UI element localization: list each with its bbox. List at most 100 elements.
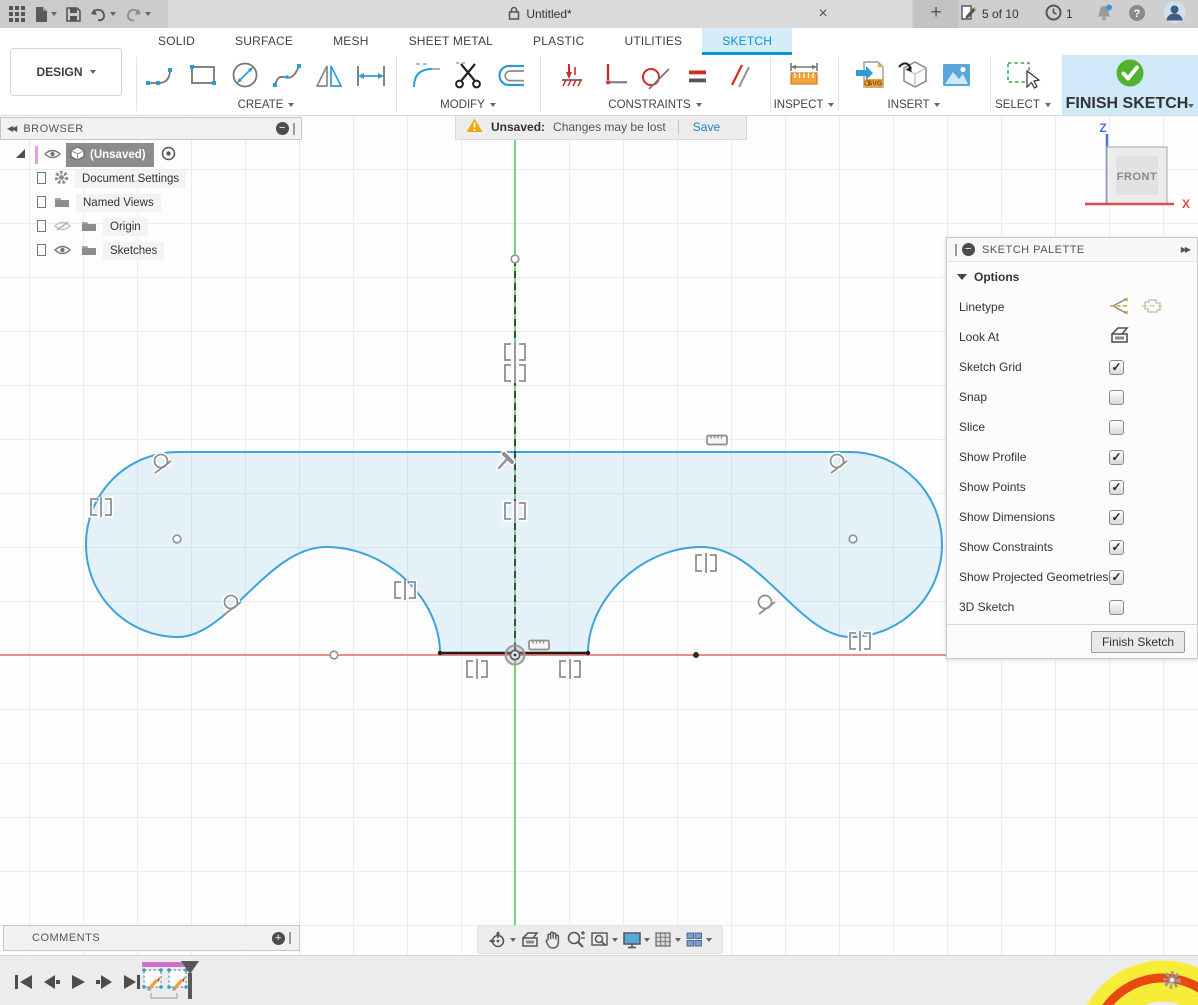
inspect-dropdown[interactable]: INSPECT <box>774 99 835 111</box>
expander-closed-icon[interactable] <box>38 221 50 234</box>
constraints-dropdown[interactable]: CONSTRAINTS <box>608 99 701 111</box>
rectangle-tool-icon[interactable] <box>185 58 221 92</box>
orbit-icon[interactable] <box>488 930 516 950</box>
spline-tool-icon[interactable] <box>269 58 305 92</box>
palette-header[interactable]: − SKETCH PALETTE ▶▶ <box>947 238 1197 262</box>
tangent-constraint-icon[interactable] <box>637 58 673 92</box>
pan-icon[interactable] <box>544 930 562 949</box>
3d-sketch-checkbox[interactable] <box>1109 600 1124 615</box>
symmetry-constraint-glyph[interactable] <box>560 659 580 679</box>
grid-settings-icon[interactable] <box>654 931 681 949</box>
sketch-grid-checkbox[interactable]: ✓ <box>1109 360 1124 375</box>
expander-closed-icon[interactable] <box>38 245 50 258</box>
activate-radio-icon[interactable] <box>161 146 176 164</box>
palette-minimize-icon[interactable]: − <box>962 243 975 256</box>
projection-linetype-icon[interactable] <box>1140 296 1164 319</box>
sketch-point[interactable] <box>849 535 857 543</box>
browser-item-document-settings[interactable]: Document Settings <box>0 167 302 191</box>
viewports-icon[interactable] <box>685 931 712 949</box>
mirror-tool-icon[interactable] <box>311 58 347 92</box>
visibility-eye-off-icon[interactable] <box>54 220 71 235</box>
step-back-button[interactable] <box>41 973 61 996</box>
play-button[interactable] <box>68 973 88 996</box>
save-icon[interactable] <box>66 7 81 22</box>
collapse-right-icon[interactable]: ▶▶ <box>1181 245 1189 254</box>
circle-tool-icon[interactable] <box>227 58 263 92</box>
sketch-point[interactable] <box>586 651 590 655</box>
modify-dropdown[interactable]: MODIFY <box>440 99 496 111</box>
show-profile-checkbox[interactable]: ✓ <box>1109 450 1124 465</box>
drag-grip[interactable] <box>955 244 957 256</box>
browser-header[interactable]: ◀◀ BROWSER − <box>0 117 302 140</box>
browser-minimize-icon[interactable]: − <box>276 122 289 135</box>
new-tab-button[interactable]: + <box>913 0 959 28</box>
options-section-header[interactable]: Options <box>947 262 1197 292</box>
sketch-point[interactable] <box>511 255 519 263</box>
save-link[interactable]: Save <box>693 120 720 134</box>
sketch-point[interactable] <box>438 651 442 655</box>
sketch-point[interactable] <box>173 535 181 543</box>
help[interactable]: ? <box>1128 0 1146 28</box>
ruler-constraint-glyph[interactable] <box>707 436 727 445</box>
browser-item-origin[interactable]: Origin <box>0 215 302 239</box>
snap-checkbox[interactable] <box>1109 390 1124 405</box>
fillet-tool-icon[interactable] <box>408 58 444 92</box>
browser-item-sketches[interactable]: Sketches <box>0 239 302 263</box>
origin-point[interactable] <box>506 646 525 665</box>
insert-dropdown[interactable]: INSERT <box>888 99 941 111</box>
construction-linetype-icon[interactable] <box>1109 296 1131 319</box>
step-forward-button[interactable] <box>95 973 115 996</box>
finish-sketch-button[interactable]: FINISH SKETCH <box>1062 55 1198 115</box>
ribbon-tab-utilities[interactable]: UTILITIES <box>604 28 702 55</box>
line-tool-icon[interactable] <box>143 58 179 92</box>
sketch-profile[interactable] <box>86 452 942 653</box>
user-account[interactable] <box>1163 0 1186 28</box>
show-constraints-checkbox[interactable]: ✓ <box>1109 540 1124 555</box>
go-to-start-button[interactable] <box>14 973 34 996</box>
add-comment-icon[interactable]: + <box>272 932 285 945</box>
tangent-constraint-glyph[interactable] <box>759 596 776 615</box>
expander-open-icon[interactable] <box>16 149 32 161</box>
coincident-constraint-icon[interactable] <box>553 58 589 92</box>
sketch-point[interactable] <box>330 651 338 659</box>
ribbon-tab-mesh[interactable]: MESH <box>313 28 388 55</box>
fit-icon[interactable] <box>590 931 618 949</box>
look-at-icon[interactable] <box>1109 326 1130 348</box>
viewcube[interactable]: FRONT Z X <box>1080 120 1198 212</box>
trim-tool-icon[interactable] <box>450 58 486 92</box>
vertical-constraint-icon[interactable] <box>595 58 631 92</box>
root-label[interactable]: (Unsaved) <box>66 143 154 167</box>
ruler-constraint-glyph[interactable] <box>529 641 549 650</box>
app-grid-icon[interactable] <box>9 6 26 23</box>
symmetry-constraint-glyph[interactable] <box>505 342 525 362</box>
drag-grip[interactable] <box>293 123 295 135</box>
symmetry-constraint-glyph[interactable] <box>505 363 525 383</box>
close-tab-icon[interactable]: × <box>814 3 832 25</box>
ribbon-tab-plastic[interactable]: PLASTIC <box>513 28 604 55</box>
ribbon-tab-solid[interactable]: SOLID <box>138 28 215 55</box>
ribbon-tab-sheet-metal[interactable]: SHEET METAL <box>389 28 513 55</box>
symmetry-constraint-glyph[interactable] <box>850 631 870 651</box>
comments-header[interactable]: COMMENTS + <box>3 925 300 951</box>
workspace-selector[interactable]: DESIGN <box>10 48 122 96</box>
notifications[interactable] <box>1095 0 1114 28</box>
file-menu-icon[interactable] <box>35 6 57 23</box>
slice-checkbox[interactable] <box>1109 420 1124 435</box>
visibility-eye-icon[interactable] <box>44 148 61 163</box>
browser-root-item[interactable]: (Unsaved) <box>0 143 302 167</box>
symmetry-constraint-glyph[interactable] <box>696 553 716 573</box>
insert-svg-tool-icon[interactable]: SVG <box>854 58 890 92</box>
symmetry-constraint-glyph[interactable] <box>395 580 415 600</box>
create-dropdown[interactable]: CREATE <box>238 99 295 111</box>
zoom-icon[interactable] <box>566 930 586 949</box>
undo-icon[interactable] <box>90 7 116 22</box>
canvas-tool-icon[interactable] <box>938 58 974 92</box>
drag-grip[interactable] <box>289 932 291 944</box>
expander-closed-icon[interactable] <box>38 197 50 210</box>
insert-mesh-tool-icon[interactable] <box>896 58 932 92</box>
select-dropdown[interactable]: SELECT <box>995 99 1051 111</box>
look-at-icon[interactable] <box>520 931 540 949</box>
ribbon-tab-sketch[interactable]: SKETCH <box>702 28 792 55</box>
recent-activity[interactable]: 1 <box>1045 0 1073 28</box>
measure-tool-icon[interactable] <box>786 58 822 92</box>
